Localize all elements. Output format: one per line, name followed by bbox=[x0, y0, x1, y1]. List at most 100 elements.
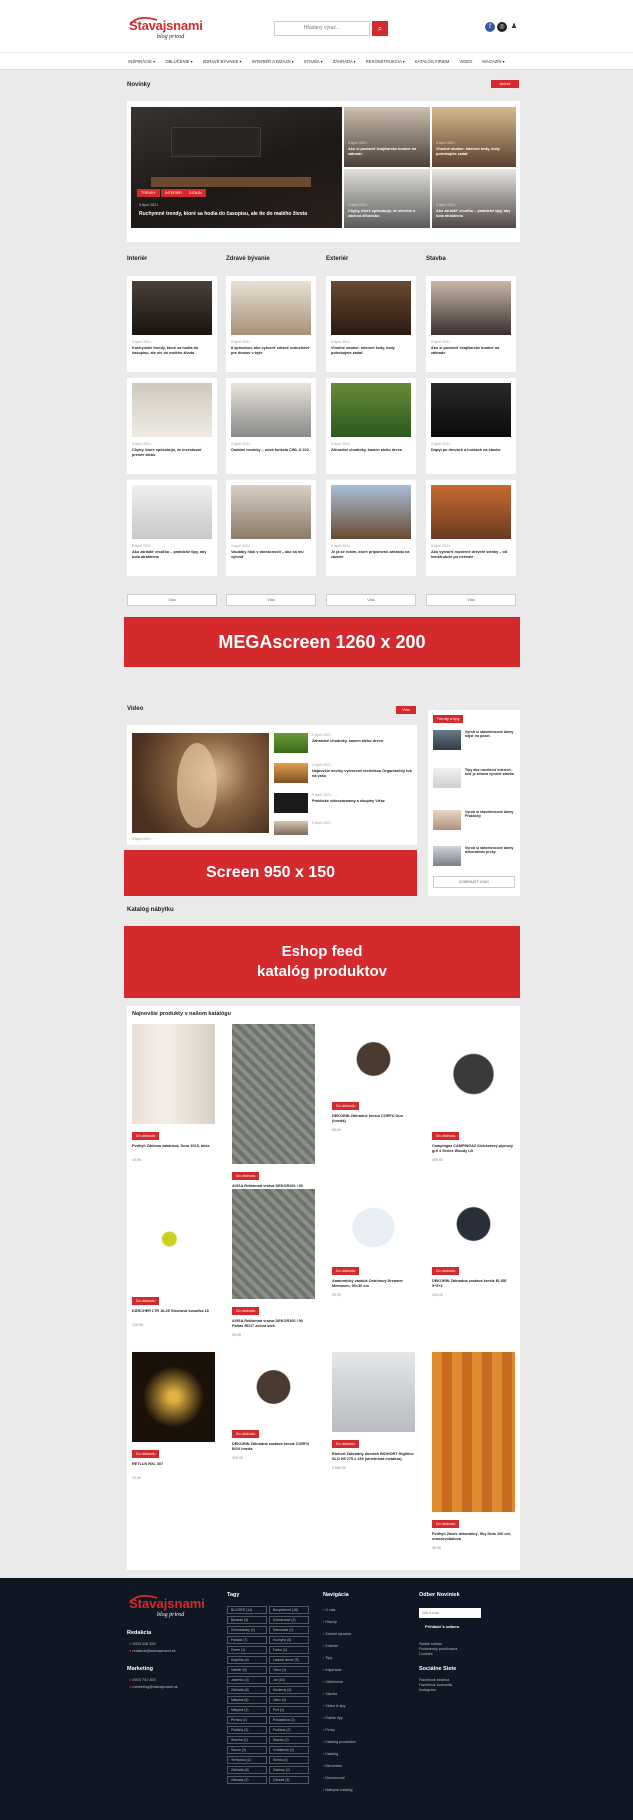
product-image[interactable] bbox=[332, 1024, 415, 1094]
article-title[interactable]: Dopyt po drevách a horkách na stavbe bbox=[431, 448, 513, 453]
article-image[interactable] bbox=[231, 485, 311, 539]
article-title[interactable]: Ako si postaviť švajčiarske bunker na zá… bbox=[431, 346, 513, 356]
footer-tag[interactable]: Pokladnica (2) bbox=[269, 1716, 309, 1724]
email[interactable]: ● redakcia@stavajsnami.sk bbox=[129, 1649, 175, 1654]
shop-button[interactable]: Do obchodu bbox=[332, 1102, 360, 1110]
footer-tag[interactable]: Ľadové dreve (9) bbox=[269, 1656, 309, 1664]
footer-nav-link[interactable]: › Exteriér bbox=[323, 1644, 338, 1649]
email[interactable]: ● marketing@stavajsnami.sk bbox=[129, 1685, 178, 1690]
footer-tag[interactable]: Podlahy (2) bbox=[227, 1726, 267, 1734]
shop-button[interactable]: Do obchodu bbox=[432, 1520, 460, 1528]
shop-button[interactable]: Do obchodu bbox=[232, 1172, 260, 1180]
tag[interactable]: DIZAJN bbox=[185, 189, 206, 197]
footer-nav-link[interactable]: › O nás bbox=[323, 1608, 335, 1613]
footer-tag[interactable]: Kúpeľňa (4) bbox=[227, 1656, 267, 1664]
shop-button[interactable]: Do obchodu bbox=[432, 1132, 460, 1140]
footer-tag[interactable]: Farba (3) bbox=[269, 1646, 309, 1654]
footer-tag[interactable]: Jar (15) bbox=[269, 1676, 309, 1684]
footer-tag[interactable]: BLOGER (14) bbox=[227, 1606, 267, 1614]
video-item-title[interactable]: Najnovšie noviny vytvorené technikou Org… bbox=[312, 769, 412, 778]
nav-item[interactable]: ZÁHRADA ▾ bbox=[328, 53, 361, 69]
video-thumb[interactable] bbox=[274, 821, 308, 835]
article-card[interactable]: 9 Apríl 2021 Záhradné chodníky, kamen ale… bbox=[326, 378, 416, 474]
article-title[interactable]: Ako zariadiť chuďbu – praktické tipy, ab… bbox=[436, 209, 514, 218]
footer-tag[interactable]: Stavba (2) bbox=[269, 1736, 309, 1744]
video-more-button[interactable]: Viac bbox=[396, 706, 416, 714]
product-name[interactable]: Pvdhyň Záclona žakárová, Dora 1015, biel… bbox=[132, 1144, 215, 1149]
column-more-button[interactable]: Viac bbox=[326, 594, 416, 606]
right-box-more-button[interactable]: ZOBRAZIŤ VIAC bbox=[433, 876, 515, 888]
product-name[interactable]: Pvdhyň Záves dekoračný, Sky Dots 100 cm,… bbox=[432, 1532, 515, 1542]
eshop-banner[interactable]: Eshop feed katalóg produktov bbox=[124, 926, 520, 998]
article-title[interactable]: Ako zariadiť chuďbu – praktické tipy, ab… bbox=[132, 550, 214, 560]
shop-button[interactable]: Do obchodu bbox=[132, 1297, 160, 1305]
footer-nav-link[interactable]: › Katalóg bbox=[323, 1752, 338, 1757]
article-image[interactable] bbox=[132, 281, 212, 335]
article-card[interactable]: 9 Apríl 2021 Ako zariadiť chuďbu – prakti… bbox=[127, 480, 217, 576]
product-name[interactable]: DEKORIN Záhradné kreslo CORFU Duo (hnedá… bbox=[332, 1114, 415, 1124]
article-card[interactable]: 9 Apríl 2021 8 spôsobov, ako vytvoriť zdr… bbox=[226, 276, 316, 372]
footer-nav-link[interactable]: › Domácnosť bbox=[323, 1776, 345, 1781]
footer-nav-link[interactable]: › Tipy bbox=[323, 1656, 332, 1661]
tag[interactable]: TRENDY bbox=[137, 189, 160, 197]
novinky-main-image[interactable]: TRENDY INTERIÉR DIZAJN 9 Apríl 2021 Ruch… bbox=[131, 107, 342, 228]
product-image[interactable] bbox=[332, 1189, 415, 1259]
footer-tag[interactable]: Plot (4) bbox=[269, 1706, 309, 1714]
product-name[interactable]: KÄRCHER LTR 18-25 Strunová kosačka 18 bbox=[132, 1309, 215, 1314]
product-image[interactable] bbox=[132, 1024, 215, 1124]
user-icon[interactable]: ♟ bbox=[509, 22, 519, 32]
article-title[interactable]: Vaudaky hluk v domácnosti – ako sa mu vy… bbox=[231, 550, 313, 560]
main-article-title[interactable]: Ruchymné trendy, ktoré sa hodia do časop… bbox=[139, 211, 339, 217]
nav-item[interactable]: INTERIÉR A DIZAJN ▾ bbox=[247, 53, 299, 69]
right-box-item[interactable]: Vyrob si stavebnicové domy dekoratívne p… bbox=[465, 846, 517, 855]
right-box-item[interactable]: Vyrob si stavebnicové domy nájsť na pozo… bbox=[465, 730, 517, 739]
footer-tag[interactable]: Moderný (4) bbox=[269, 1686, 309, 1694]
product-image[interactable] bbox=[132, 1189, 215, 1289]
nav-item[interactable]: KATALÓG FIRIEM bbox=[410, 53, 455, 69]
article-title[interactable]: Je já se robím, ktoré pripomenú záhradu … bbox=[331, 550, 413, 560]
article-title[interactable]: Záhradné chodníky, kamen alebo drevo bbox=[331, 448, 413, 453]
article-image[interactable]: 9 Apríl 2021 Ako zariadiť chuďbu – prakt… bbox=[432, 169, 516, 228]
product-image[interactable] bbox=[232, 1352, 315, 1422]
right-box-item[interactable]: Tipy ako navrhnúť internet, keď je zdrav… bbox=[465, 768, 517, 777]
footer-tag[interactable]: Dvere (1) bbox=[227, 1646, 267, 1654]
article-card[interactable]: 9 Apríl 2021 Chyby, ktoré spôsobujú, že i… bbox=[127, 378, 217, 474]
instagram-icon[interactable]: ◎ bbox=[497, 22, 507, 32]
footer-tag[interactable]: Podlaha (2) bbox=[269, 1726, 309, 1734]
footer-tag[interactable]: Fasáda (7) bbox=[227, 1636, 267, 1644]
shop-button[interactable]: Do obchodu bbox=[332, 1267, 360, 1275]
article-image[interactable] bbox=[433, 846, 461, 866]
footer-nav-link[interactable]: › Stavba bbox=[323, 1692, 337, 1697]
article-card[interactable]: 9 Apríl 2021 Ako si postaviť švajčiarske … bbox=[426, 276, 516, 372]
product-name[interactable]: DEKORIN Záhradná zostava kreslá ELISE 5+… bbox=[432, 1279, 515, 1289]
footer-tag[interactable]: Okno (1) bbox=[269, 1666, 309, 1674]
nav-item[interactable]: STAVBA ▾ bbox=[299, 53, 328, 69]
site-logo[interactable]: Stavajsnami blog prirod bbox=[127, 14, 207, 44]
product-name[interactable]: DEKORIN Záhradná zostava kreslá CORFU BO… bbox=[232, 1442, 315, 1452]
footer-nav-link[interactable]: › Obliečenie bbox=[323, 1680, 343, 1685]
nav-item[interactable]: ZDRAVÉ BÝVANIE ▾ bbox=[198, 53, 247, 69]
product-image[interactable] bbox=[132, 1352, 215, 1442]
footer-tag[interactable]: Drevostavby (2) bbox=[227, 1626, 267, 1634]
footer-tag[interactable]: Dekorácie (2) bbox=[269, 1626, 309, 1634]
article-image[interactable] bbox=[132, 383, 212, 437]
article-title[interactable]: Vhodné studne: Internet kedy, kedy potre… bbox=[331, 346, 413, 356]
article-title[interactable]: Vhodné studne: Internet kedy, kedy potre… bbox=[436, 147, 514, 156]
footer-tag[interactable]: Pivnica (2) bbox=[227, 1716, 267, 1724]
footer-tag[interactable]: Sauna (3) bbox=[227, 1746, 267, 1754]
article-image[interactable] bbox=[331, 383, 411, 437]
footer-tag[interactable]: Domácnosť (2) bbox=[269, 1616, 309, 1624]
article-card[interactable]: 9 Apríl 2021 Je já se robím, ktoré pripom… bbox=[326, 480, 416, 576]
article-image[interactable] bbox=[132, 485, 212, 539]
article-card[interactable]: 9 Apríl 2021 Ostatné novinky – nová funkc… bbox=[226, 378, 316, 474]
product-image[interactable] bbox=[432, 1024, 515, 1124]
newsletter-input[interactable]: Váš e-mail bbox=[419, 1608, 481, 1618]
footer-nav-link[interactable]: › Nábytok katalóg bbox=[323, 1788, 353, 1793]
product-name[interactable]: Campingaz CAMPINGAZ Klebšetový plynový g… bbox=[432, 1144, 515, 1154]
article-image[interactable] bbox=[431, 281, 511, 335]
footer-tag[interactable]: Okno (5) bbox=[269, 1696, 309, 1704]
product-image[interactable] bbox=[432, 1189, 515, 1259]
nav-item[interactable]: VIDEO bbox=[454, 53, 477, 69]
footer-tag[interactable]: Termoska (2) bbox=[227, 1756, 267, 1764]
footer-nav-link[interactable]: › Video & tipy bbox=[323, 1704, 346, 1709]
